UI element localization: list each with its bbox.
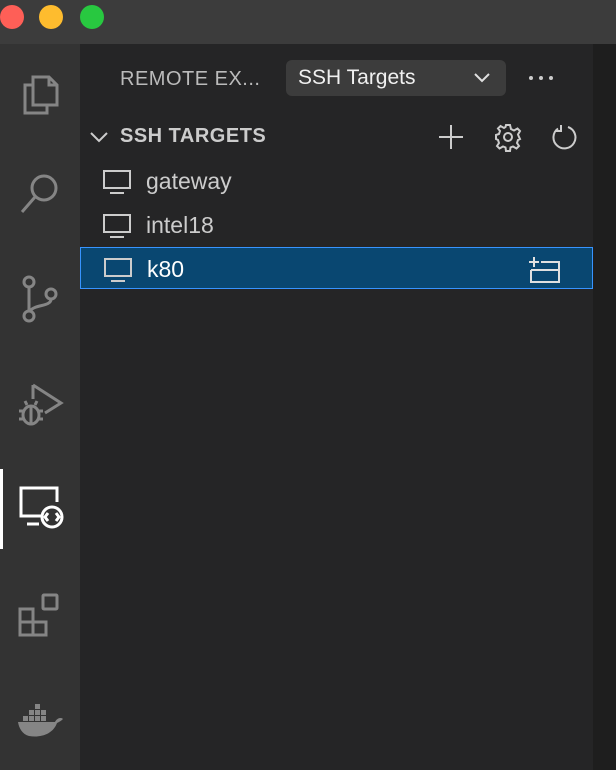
activity-run-debug[interactable] xyxy=(0,364,80,444)
plus-icon xyxy=(439,125,463,149)
run-debug-icon xyxy=(19,383,64,426)
sidebar-header: REMOTE EX... SSH Targets xyxy=(80,44,593,114)
sidebar-title: REMOTE EX... xyxy=(120,68,261,90)
activity-bar xyxy=(0,44,80,770)
ssh-target-k80[interactable]: k80 xyxy=(80,247,593,289)
ellipsis-icon xyxy=(529,76,553,80)
title-bar xyxy=(0,0,616,44)
activity-docker[interactable] xyxy=(0,679,80,759)
connect-in-new-window-icon[interactable] xyxy=(527,256,561,284)
ssh-targets-section-header[interactable]: SSH TARGETS xyxy=(80,118,593,154)
source-control-icon xyxy=(22,275,58,323)
monitor-icon xyxy=(104,258,132,282)
configure-button[interactable] xyxy=(491,120,525,154)
close-window-button[interactable] xyxy=(0,5,24,29)
dropdown-selected-value: SSH Targets xyxy=(298,66,416,89)
activity-source-control[interactable] xyxy=(0,259,80,339)
gear-icon xyxy=(495,124,522,152)
target-label: k80 xyxy=(147,256,185,282)
monitor-icon xyxy=(103,170,131,194)
refresh-button[interactable] xyxy=(547,120,581,154)
ssh-target-gateway[interactable]: gateway xyxy=(80,160,593,202)
target-label: gateway xyxy=(146,168,232,194)
activity-extensions[interactable] xyxy=(0,574,80,654)
add-new-target-button[interactable] xyxy=(434,120,468,154)
remote-explorer-icon xyxy=(19,486,64,529)
docker-icon xyxy=(18,704,63,737)
remote-explorer-sidebar: REMOTE EX... SSH Targets SSH TARGETS gat… xyxy=(80,44,593,770)
remote-type-dropdown[interactable]: SSH Targets xyxy=(286,60,506,96)
zoom-window-button[interactable] xyxy=(80,5,104,29)
refresh-icon xyxy=(552,125,577,150)
activity-explorer[interactable] xyxy=(0,54,80,134)
chevron-down-icon xyxy=(90,132,108,143)
search-icon xyxy=(20,174,58,213)
minimize-window-button[interactable] xyxy=(39,5,63,29)
chevron-down-icon xyxy=(474,73,490,83)
explorer-icon xyxy=(23,75,59,115)
target-label: intel18 xyxy=(146,212,214,238)
editor-edge xyxy=(593,44,616,770)
monitor-icon xyxy=(103,214,131,238)
ssh-target-intel18[interactable]: intel18 xyxy=(80,204,593,246)
activity-remote-explorer[interactable] xyxy=(0,469,80,549)
more-actions-button[interactable] xyxy=(523,64,559,92)
activity-search[interactable] xyxy=(0,154,80,234)
extensions-icon xyxy=(18,593,59,637)
section-title: SSH TARGETS xyxy=(120,125,267,147)
